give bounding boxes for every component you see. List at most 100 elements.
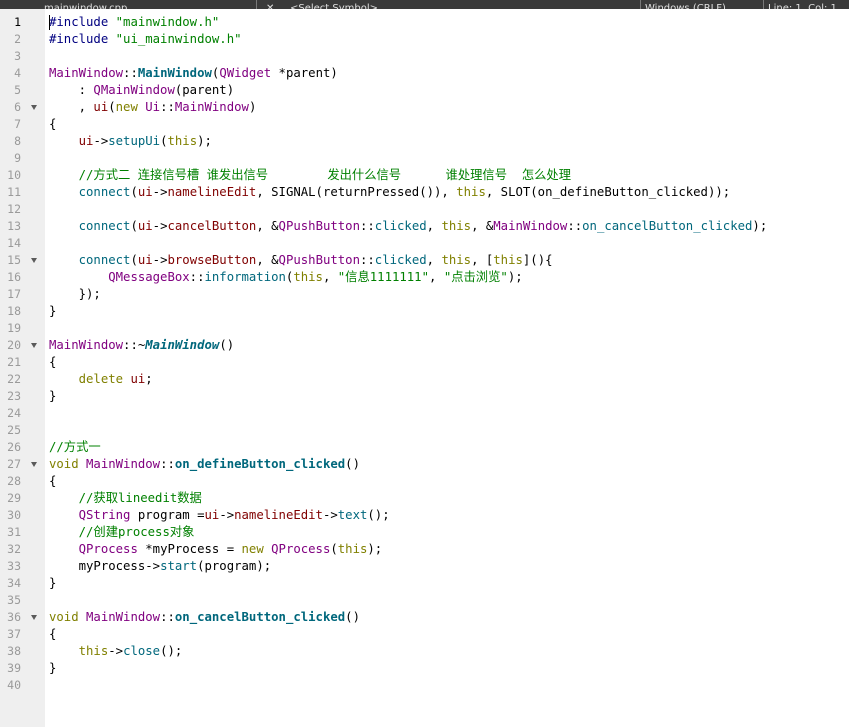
code-line[interactable]: //方式一 [49, 439, 101, 456]
code-line[interactable]: , ui(new Ui::MainWindow) [49, 99, 257, 116]
symbol-selector[interactable]: <Select Symbol> [290, 0, 378, 9]
line-number: 1 [14, 15, 21, 29]
line-number: 18 [7, 304, 21, 318]
code-token: start [160, 559, 198, 573]
code-line[interactable]: { [49, 354, 56, 371]
text-cursor [49, 15, 50, 30]
editor-tab-bar: mainwindow.cpp ✕ <Select Symbol> Windows… [0, 0, 849, 9]
code-line[interactable]: QString program =ui->namelineEdit->text(… [49, 507, 390, 524]
line-number: 9 [14, 151, 21, 165]
code-line[interactable]: QMessageBox::information(this, "信息111111… [49, 269, 522, 286]
code-token: parent [285, 66, 331, 80]
code-token: //获取lineedit数据 [78, 491, 202, 505]
code-line[interactable]: connect(ui->browseButton, &QPushButton::… [49, 252, 553, 269]
line-number: 38 [7, 644, 21, 658]
code-token: cancelButton [167, 219, 257, 233]
fold-toggle-icon[interactable] [31, 343, 37, 348]
code-token: -> [152, 253, 168, 267]
code-line[interactable]: //方式二 连接信号槽 谁发出信号 发出什么信号 谁处理信号 怎么处理 [49, 167, 571, 184]
code-token: { [49, 627, 57, 641]
code-line[interactable]: } [49, 660, 56, 677]
line-number: 3 [14, 49, 21, 63]
line-number: 35 [7, 593, 21, 607]
code-line[interactable]: #include "mainwindow.h" [49, 14, 219, 31]
code-line[interactable]: connect(ui->cancelButton, &QPushButton::… [49, 218, 768, 235]
code-token: * [271, 66, 286, 80]
code-token: QPushButton [278, 253, 360, 267]
code-line[interactable]: #include "ui_mainwindow.h" [49, 31, 242, 48]
code-line[interactable]: }); [49, 286, 101, 303]
file-tab[interactable]: mainwindow.cpp [44, 0, 127, 9]
code-line[interactable]: connect(ui->namelineEdit, SIGNAL(returnP… [49, 184, 731, 201]
code-line[interactable]: QProcess *myProcess = new QProcess(this)… [49, 541, 383, 558]
code-token: QWidget [219, 66, 272, 80]
code-line[interactable]: void MainWindow::on_cancelButton_clicked… [49, 609, 360, 626]
code-token: -> [322, 508, 338, 522]
line-number: 6 [14, 100, 21, 114]
code-token: program = [130, 508, 205, 522]
code-editor[interactable]: mainwindow.cpp ✕ <Select Symbol> Windows… [0, 0, 849, 727]
code-token: -> [152, 219, 168, 233]
fold-toggle-icon[interactable] [31, 462, 37, 467]
code-token: () [345, 610, 360, 624]
code-token: this [441, 219, 472, 233]
code-token: :: [160, 610, 175, 624]
code-line[interactable]: this->close(); [49, 643, 183, 660]
line-ending-selector[interactable]: Windows (CRLF) [645, 0, 726, 9]
code-line[interactable]: myProcess->start(program); [49, 558, 272, 575]
code-token: ( [130, 219, 138, 233]
code-area[interactable]: #include "mainwindow.h" #include "ui_main… [45, 9, 849, 727]
code-line[interactable]: ui->setupUi(this); [49, 133, 212, 150]
code-token: } [49, 661, 57, 675]
code-token: ) [226, 83, 235, 97]
code-token: MainWindow [174, 100, 249, 114]
code-token: "mainwindow.h" [115, 15, 220, 29]
line-number: 33 [7, 559, 21, 573]
code-token: this [337, 542, 368, 556]
code-token: ui [137, 253, 153, 267]
cursor-position[interactable]: Line: 1, Col: 1 [768, 0, 837, 9]
tab-separator [763, 0, 764, 9]
code-line[interactable]: } [49, 388, 56, 405]
code-token: ui [78, 134, 94, 148]
code-line[interactable]: delete ui; [49, 371, 153, 388]
line-number: 39 [7, 661, 21, 675]
close-icon[interactable]: ✕ [266, 0, 274, 9]
code-token: MainWindow [49, 66, 124, 80]
line-number-gutter[interactable]: 1 2 3 4 5 6 7 8 9 10 11 12 13 14 15 16 17 18 19 20 21 22 23 24 2… [0, 9, 45, 727]
code-line[interactable]: } [49, 303, 56, 320]
code-line[interactable]: //创建process对象 [49, 524, 195, 541]
code-token: *myProcess = [137, 542, 242, 556]
code-token: SIGNAL(returnPressed()), [271, 185, 457, 199]
code-line[interactable]: void MainWindow::on_defineButton_clicked… [49, 456, 360, 473]
line-number: 30 [7, 508, 21, 522]
code-token: this [493, 253, 523, 267]
code-token: -> [108, 644, 124, 658]
code-token: "信息1111111" [337, 270, 429, 284]
code-line[interactable]: //获取lineedit数据 [49, 490, 202, 507]
code-line[interactable]: MainWindow::MainWindow(QWidget *parent) [49, 65, 338, 82]
code-token: delete [78, 372, 124, 386]
line-number: 20 [7, 338, 21, 352]
code-line[interactable]: MainWindow::~MainWindow() [49, 337, 234, 354]
code-token: "点击浏览" [443, 270, 508, 284]
code-line[interactable]: { [49, 626, 56, 643]
code-token: : [49, 83, 94, 97]
code-token: ); [197, 134, 212, 148]
fold-toggle-icon[interactable] [31, 258, 37, 263]
code-token: //创建process对象 [78, 525, 195, 539]
code-line[interactable]: { [49, 473, 56, 490]
line-number: 21 [7, 355, 21, 369]
code-line[interactable]: } [49, 575, 56, 592]
fold-toggle-icon[interactable] [31, 105, 37, 110]
code-token: ); [752, 219, 768, 233]
code-line[interactable]: : QMainWindow(parent) [49, 82, 234, 99]
code-token: connect [78, 219, 131, 233]
code-token: this [441, 253, 472, 267]
fold-toggle-icon[interactable] [31, 615, 37, 620]
line-number: 8 [14, 134, 21, 148]
code-line[interactable]: { [49, 116, 56, 133]
